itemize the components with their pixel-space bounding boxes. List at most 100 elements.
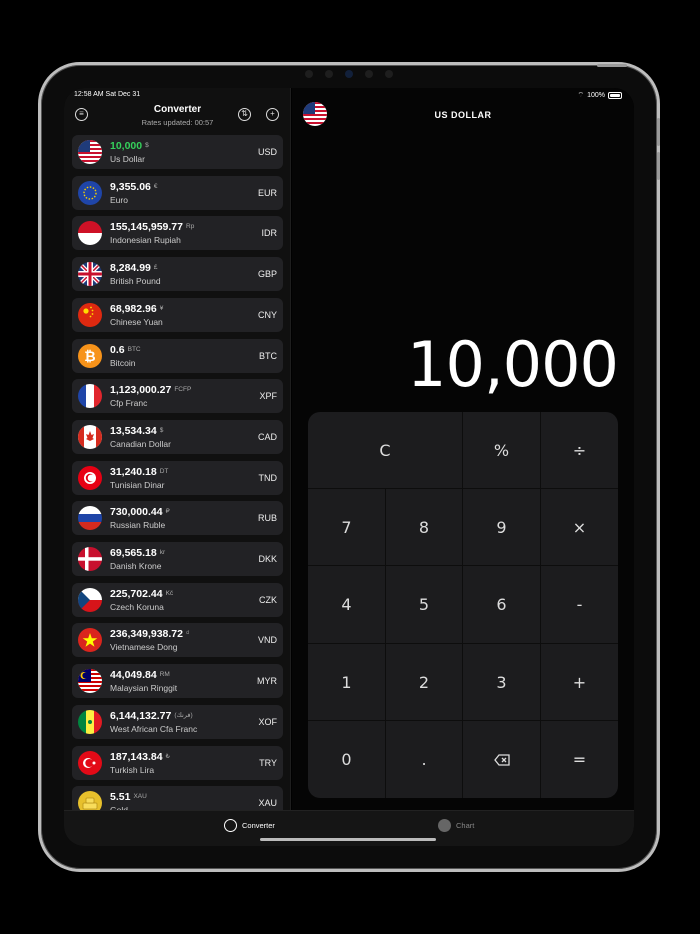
currency-name: Canadian Dollar: [110, 438, 171, 449]
gb-flag-icon: [78, 262, 102, 287]
currency-value: 187,143.84 ₺: [110, 750, 170, 763]
multiply-key[interactable]: ×: [541, 489, 618, 566]
currency-symbol: DT: [159, 467, 169, 475]
currency-row-cny[interactable]: 68,982.96 ¥ Chinese Yuan CNY: [72, 297, 283, 332]
currency-name: Tunisian Dinar: [110, 479, 165, 490]
rates-updated-label: Rates updated: 00:57: [141, 118, 214, 127]
currency-code: CAD: [257, 431, 277, 442]
seven-key[interactable]: 7: [308, 489, 386, 566]
minus-key[interactable]: -: [541, 566, 618, 644]
four-key[interactable]: 4: [308, 566, 386, 644]
currency-name: Czech Koruna: [110, 601, 164, 612]
battery-percent: 100%: [587, 92, 605, 99]
currency-name: Vietnamese Dong: [110, 642, 178, 653]
currency-value: 236,349,938.72 ₫: [110, 628, 190, 641]
currency-row-tnd[interactable]: 31,240.18 DT Tunisian Dinar TND: [72, 460, 283, 495]
currency-row-xof[interactable]: 6,144,132.77 (فرنك) West African Cfa Franc…: [72, 704, 283, 739]
two-key[interactable]: 2: [386, 644, 463, 721]
volume-up-button: [657, 118, 660, 146]
eu-flag-icon: [78, 180, 102, 205]
ca-flag-icon: [78, 424, 102, 449]
currency-code: XOF: [258, 716, 277, 727]
status-right: ⌔ 100%: [577, 91, 622, 100]
camera-bar: [305, 70, 395, 80]
five-key[interactable]: 5: [386, 566, 463, 644]
percent-key[interactable]: %: [463, 412, 541, 489]
backspace-key[interactable]: [463, 721, 541, 798]
currency-row-btc[interactable]: ₿ 0.6 BTC Bitcoin BTC: [72, 338, 283, 373]
currency-symbol: ₽: [165, 508, 170, 516]
tab-converter[interactable]: Converter: [224, 819, 275, 832]
add-icon[interactable]: +: [266, 108, 279, 121]
status-time: 12:58 AM Sat Dec 31: [74, 91, 141, 98]
svg-text:₿: ₿: [84, 349, 95, 365]
currency-row-idr[interactable]: 155,145,959.77 Rp Indonesian Rupiah IDR: [72, 216, 283, 251]
currency-row-xpf[interactable]: 1,123,000.27 FCFP Cfp Franc XPF: [72, 379, 283, 414]
tab-converter-label: Converter: [242, 821, 275, 830]
wifi-icon: ⌔: [577, 92, 585, 99]
currency-value: 0.6 BTC: [110, 343, 141, 356]
currency-code: IDR: [261, 228, 278, 239]
divide-key[interactable]: ÷: [541, 412, 618, 489]
currency-value: 69,565.18 kr: [110, 547, 166, 559]
calculator-pane: US DOLLAR 10,000 C % ÷ 7 8 9 × 4 5 6 - 1…: [292, 88, 634, 846]
currency-code: MYR: [257, 676, 277, 687]
sn-flag-icon: [78, 709, 102, 734]
currency-name: Russian Ruble: [110, 520, 166, 531]
currency-row-usd[interactable]: 10,000 $ Us Dollar USD: [72, 135, 283, 169]
currency-row-cad[interactable]: 13,534.34 $ Canadian Dollar CAD: [72, 419, 283, 454]
chart-icon: [438, 819, 451, 832]
fr-flag-icon: [78, 384, 102, 409]
currency-name: Turkish Lira: [110, 764, 155, 775]
equals-key[interactable]: =: [541, 721, 618, 798]
currency-name: Indonesian Rupiah: [110, 235, 181, 246]
amount-display: 10,000: [407, 328, 619, 401]
currency-name: Malaysian Ringgit: [110, 683, 178, 694]
currency-value: 730,000.44 ₽: [110, 506, 170, 519]
currency-symbol: kr: [159, 549, 166, 556]
currency-value: 155,145,959.77 Rp: [110, 221, 195, 234]
tr-flag-icon: [78, 750, 102, 775]
currency-code: CZK: [259, 594, 277, 605]
tn-flag-icon: [78, 465, 102, 490]
currency-value: 44,049.84 RM: [110, 669, 170, 682]
currency-row-try[interactable]: 187,143.84 ₺ Turkish Lira TRY: [72, 745, 283, 780]
zero-key[interactable]: 0: [308, 721, 386, 798]
eight-key[interactable]: 8: [386, 489, 463, 566]
reorder-icon[interactable]: ⇅: [238, 108, 251, 121]
plus-key[interactable]: +: [541, 644, 618, 721]
currency-value: 13,534.34 $: [110, 424, 164, 437]
currency-name: Danish Krone: [110, 561, 162, 571]
currency-code: USD: [257, 147, 277, 157]
dot-key[interactable]: .: [386, 721, 463, 798]
currency-row-eur[interactable]: 9,355.06 € Euro EUR: [72, 175, 283, 210]
currency-row-gbp[interactable]: 8,284.99 £ British Pound GBP: [72, 257, 283, 292]
currency-symbol: BTC: [127, 345, 141, 353]
currency-symbol: £: [153, 264, 158, 272]
currency-row-czk[interactable]: 225,702.44 Kč Czech Koruna CZK: [72, 582, 283, 617]
clear-key[interactable]: C: [308, 412, 463, 489]
one-key[interactable]: 1: [308, 644, 386, 721]
cn-flag-icon: [78, 302, 102, 327]
currency-symbol: $: [159, 426, 164, 434]
currency-row-rub[interactable]: 730,000.44 ₽ Russian Ruble RUB: [72, 501, 283, 536]
currency-row-dkk[interactable]: 69,565.18 kr Danish Krone DKK: [72, 542, 283, 576]
currency-symbol: Rp: [186, 223, 195, 231]
six-key[interactable]: 6: [463, 566, 541, 644]
three-key[interactable]: 3: [463, 644, 541, 721]
currency-value: 68,982.96 ¥: [110, 302, 164, 315]
screen: ≡ Converter Rates updated: 00:57 ⇅ + 10,…: [64, 88, 634, 846]
currency-symbol: Kč: [165, 589, 174, 597]
tab-chart[interactable]: Chart: [438, 819, 474, 832]
currency-name: West African Cfa Franc: [110, 723, 198, 734]
currency-code: BTC: [259, 350, 277, 361]
currency-symbol: XAU: [133, 793, 147, 801]
status-bar: 12:58 AM Sat Dec 31 ⌔ 100%: [64, 88, 634, 102]
nine-key[interactable]: 9: [463, 489, 541, 566]
currency-row-vnd[interactable]: 236,349,938.72 ₫ Vietnamese Dong VND: [72, 623, 283, 658]
currency-row-myr[interactable]: 44,049.84 RM Malaysian Ringgit MYR: [72, 664, 283, 699]
currency-symbol: (فرنك): [174, 711, 193, 719]
vn-flag-icon: [78, 628, 102, 653]
currency-symbol: RM: [159, 671, 170, 679]
currency-value: 31,240.18 DT: [110, 465, 169, 478]
